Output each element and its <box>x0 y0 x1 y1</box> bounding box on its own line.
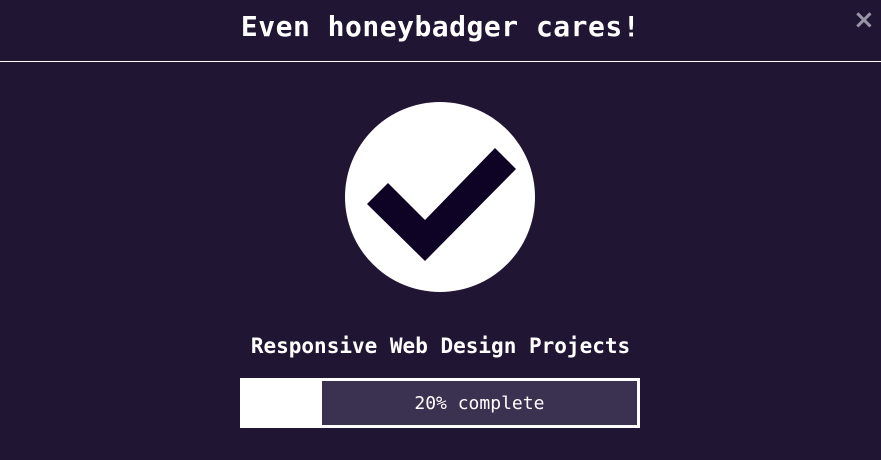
checkmark-shape <box>367 148 516 261</box>
modal-title: Even honeybadger cares! <box>240 10 641 43</box>
progress-bar: 20% complete <box>240 378 640 428</box>
progress-fill <box>243 381 322 425</box>
project-title: Responsive Web Design Projects <box>250 334 631 358</box>
checkmark-icon <box>367 148 516 261</box>
close-button[interactable]: × <box>853 5 875 35</box>
close-icon: × <box>853 5 875 35</box>
modal-header: Even honeybadger cares! × <box>0 0 881 62</box>
completion-modal: Even honeybadger cares! × Responsive Web… <box>0 0 881 460</box>
success-badge <box>345 102 535 292</box>
progress-label: 20% complete <box>414 392 545 414</box>
progress-track: 20% complete <box>321 381 637 425</box>
